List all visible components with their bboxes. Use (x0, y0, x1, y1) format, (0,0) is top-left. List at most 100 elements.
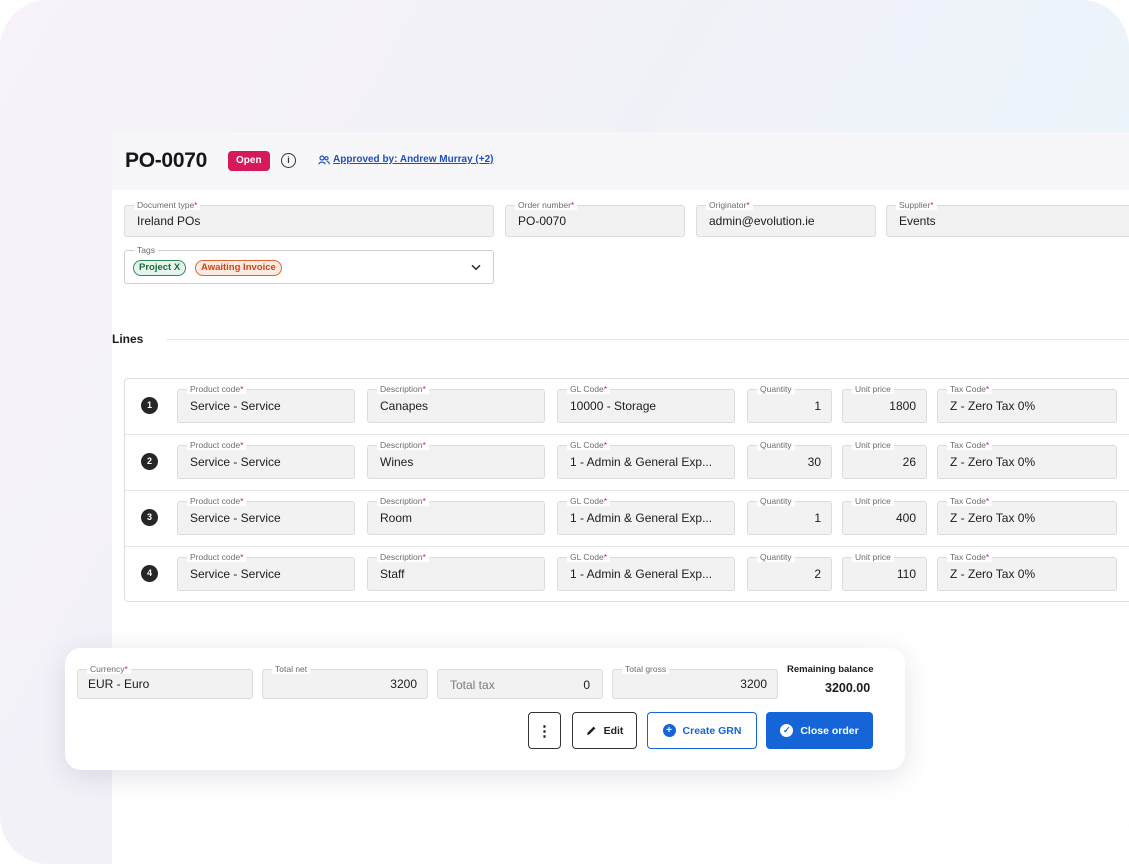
close-order-button[interactable]: ✓ Close order (766, 712, 873, 749)
table-row: 2 Product code* Service - Service Descripti… (125, 435, 1129, 491)
product-code-field[interactable]: Product code* Service - Service (177, 384, 355, 423)
unit-price-field[interactable]: Unit price 26 (842, 440, 927, 479)
originator-field[interactable]: Originator* admin@evolution.ie (696, 200, 876, 237)
unit-price-value: 400 (895, 511, 916, 525)
product-code-field[interactable]: Product code* Service - Service (177, 552, 355, 591)
order-number-field[interactable]: Order number* PO-0070 (505, 200, 685, 237)
totals-card: Currency* EUR - Euro Total net 3200 Tota… (65, 648, 905, 770)
status-badge: Open (228, 151, 270, 171)
table-row: 1 Product code* Service - Service Descripti… (125, 379, 1129, 435)
quantity-field[interactable]: Quantity 1 (747, 496, 832, 535)
description-value: Room (380, 511, 413, 525)
quantity-value: 1 (814, 511, 821, 525)
tags-select[interactable]: Tags Project X Awaiting Invoice (124, 245, 494, 284)
tax-code-field[interactable]: Tax Code* Z - Zero Tax 0% (937, 496, 1117, 535)
remaining-balance-value: 3200.00 (825, 681, 871, 695)
product-code-value: Service - Service (190, 455, 281, 469)
tax-code-field[interactable]: Tax Code* Z - Zero Tax 0% (937, 552, 1117, 591)
total-gross-field: Total gross 3200 (612, 664, 778, 699)
quantity-value: 2 (814, 567, 821, 581)
document-type-field[interactable]: Document type* Ireland POs (124, 200, 494, 237)
gl-code-value: 10000 - Storage (570, 399, 657, 413)
gl-code-field[interactable]: GL Code* 1 - Admin & General Exp... (557, 496, 735, 535)
description-value: Staff (380, 567, 405, 581)
description-field[interactable]: Description* Wines (367, 440, 545, 479)
originator-value: admin@evolution.ie (709, 214, 815, 228)
line-number-badge: 4 (141, 565, 158, 582)
unit-price-value: 1800 (889, 399, 916, 413)
create-grn-button[interactable]: + Create GRN (647, 712, 757, 749)
unit-price-value: 26 (902, 455, 916, 469)
info-icon[interactable]: i (281, 153, 296, 168)
supplier-field[interactable]: Supplier* Events (886, 200, 1129, 237)
tax-code-value: Z - Zero Tax 0% (950, 511, 1036, 525)
gl-code-field[interactable]: GL Code* 1 - Admin & General Exp... (557, 440, 735, 479)
approved-by-link[interactable]: Approved by: Andrew Murray (+2) (318, 154, 494, 165)
document-type-value: Ireland POs (137, 214, 201, 228)
edit-button[interactable]: Edit (572, 712, 637, 749)
lines-divider (167, 339, 1129, 340)
tags-label: Tags (134, 245, 158, 255)
currency-field[interactable]: Currency* EUR - Euro (77, 664, 253, 699)
gl-code-field[interactable]: GL Code* 10000 - Storage (557, 384, 735, 423)
tag-project-x[interactable]: Project X (133, 260, 187, 276)
quantity-value: 1 (814, 399, 821, 413)
tax-code-value: Z - Zero Tax 0% (950, 399, 1036, 413)
total-gross-value: 3200 (740, 677, 767, 691)
supplier-value: Events (899, 214, 936, 228)
tag-awaiting-invoice[interactable]: Awaiting Invoice (195, 260, 282, 276)
line-number-badge: 2 (141, 453, 158, 470)
unit-price-field[interactable]: Unit price 1800 (842, 384, 927, 423)
unit-price-field[interactable]: Unit price 400 (842, 496, 927, 535)
quantity-field[interactable]: Quantity 30 (747, 440, 832, 479)
app-frame: PO-0070 Open i Approved by: Andrew Murra… (0, 0, 1129, 864)
description-value: Wines (380, 455, 414, 469)
product-code-field[interactable]: Product code* Service - Service (177, 440, 355, 479)
unit-price-value: 110 (896, 567, 916, 581)
unit-price-field[interactable]: Unit price 110 (842, 552, 927, 591)
gl-code-field[interactable]: GL Code* 1 - Admin & General Exp... (557, 552, 735, 591)
gl-code-value: 1 - Admin & General Exp... (570, 455, 713, 469)
total-tax-label: Total tax (450, 678, 495, 692)
check-circle-icon: ✓ (780, 724, 794, 737)
panel-header: PO-0070 Open i Approved by: Andrew Murra… (112, 132, 1129, 190)
product-code-value: Service - Service (190, 399, 281, 413)
more-vertical-icon: ⋮ (537, 722, 552, 740)
table-row: 4 Product code* Service - Service Descripti… (125, 547, 1129, 603)
product-code-value: Service - Service (190, 567, 281, 581)
approved-by-text[interactable]: Approved by: Andrew Murray (+2) (333, 154, 494, 165)
total-net-field: Total net 3200 (262, 664, 428, 699)
order-number-value: PO-0070 (518, 214, 567, 228)
description-value: Canapes (380, 399, 429, 413)
edit-button-label: Edit (603, 724, 624, 737)
plus-circle-icon: + (662, 724, 676, 737)
users-icon (318, 154, 330, 165)
remaining-balance-label: Remaining balance (787, 664, 874, 675)
total-tax-field: Total tax 0 (437, 669, 603, 699)
lines-heading: Lines (112, 332, 144, 346)
more-actions-button[interactable]: ⋮ (528, 712, 561, 749)
quantity-field[interactable]: Quantity 2 (747, 552, 832, 591)
line-number-badge: 3 (141, 509, 158, 526)
description-field[interactable]: Description* Room (367, 496, 545, 535)
description-field[interactable]: Description* Canapes (367, 384, 545, 423)
total-tax-value: 0 (583, 678, 590, 692)
chevron-down-icon[interactable] (471, 260, 481, 274)
total-net-value: 3200 (390, 677, 417, 691)
pencil-icon (586, 726, 595, 735)
table-row: 3 Product code* Service - Service Descripti… (125, 491, 1129, 547)
quantity-value: 30 (807, 455, 821, 469)
lines-table: 1 Product code* Service - Service Descripti… (124, 378, 1129, 602)
close-order-label: Close order (800, 724, 859, 737)
product-code-field[interactable]: Product code* Service - Service (177, 496, 355, 535)
tax-code-field[interactable]: Tax Code* Z - Zero Tax 0% (937, 384, 1117, 423)
tax-code-field[interactable]: Tax Code* Z - Zero Tax 0% (937, 440, 1117, 479)
page-title: PO-0070 (125, 149, 207, 172)
line-number-badge: 1 (141, 397, 158, 414)
product-code-value: Service - Service (190, 511, 281, 525)
quantity-field[interactable]: Quantity 1 (747, 384, 832, 423)
create-grn-label: Create GRN (682, 724, 742, 737)
description-field[interactable]: Description* Staff (367, 552, 545, 591)
tax-code-value: Z - Zero Tax 0% (950, 455, 1036, 469)
tax-code-value: Z - Zero Tax 0% (950, 567, 1036, 581)
